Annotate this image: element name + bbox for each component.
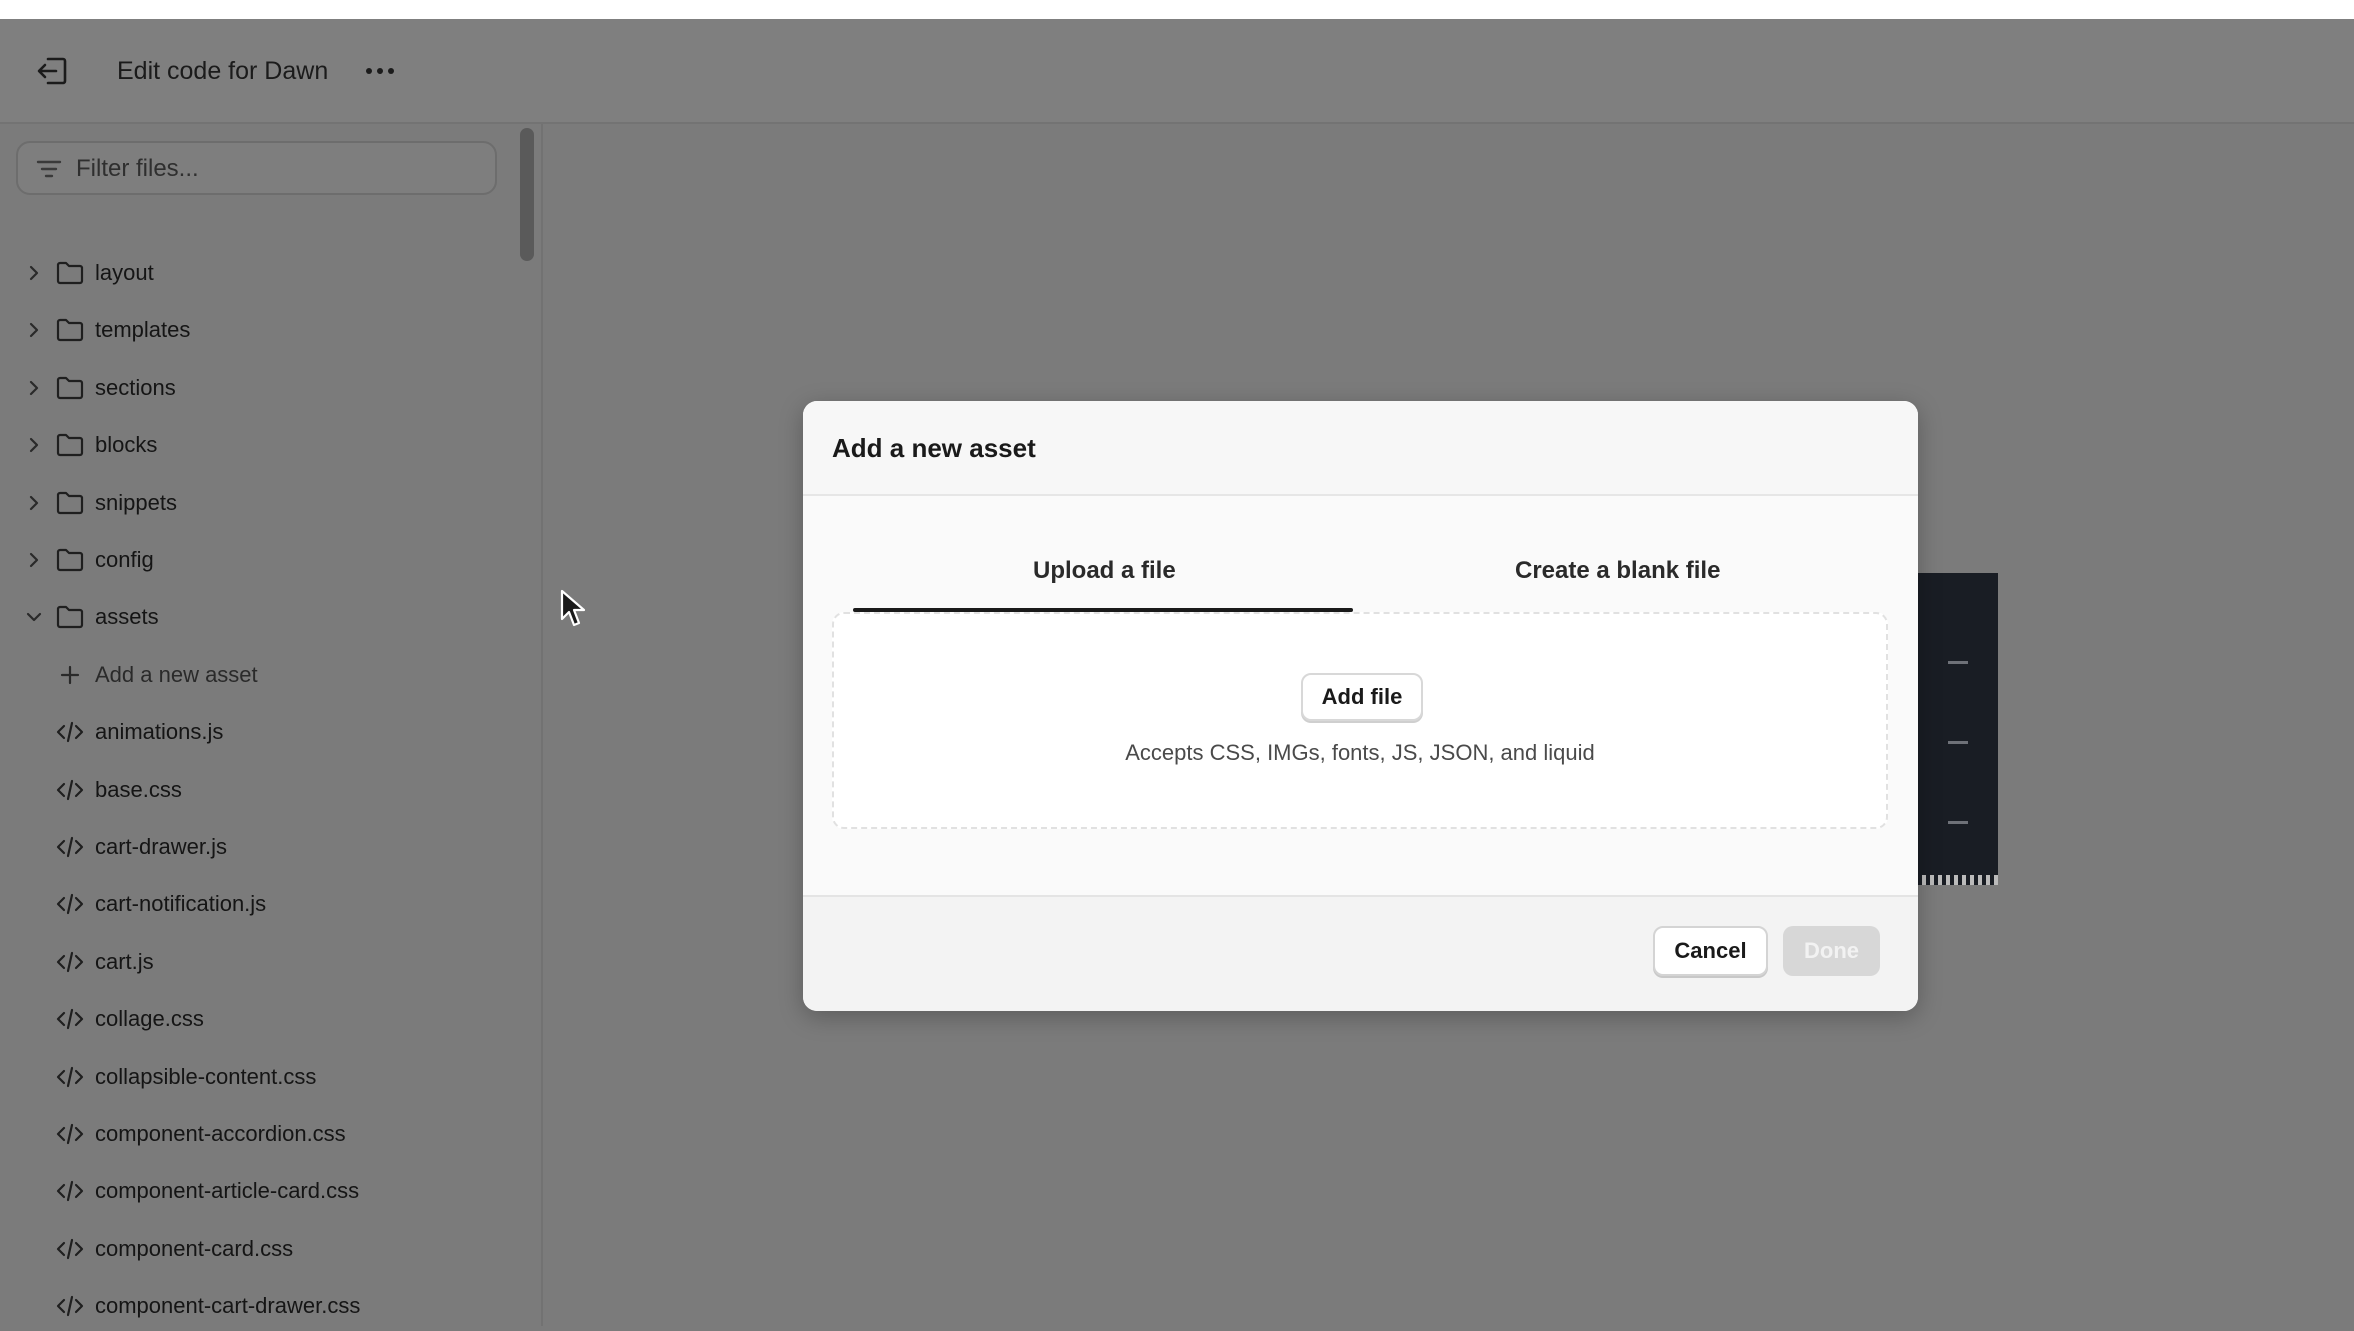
chevron-right-icon[interactable] xyxy=(22,491,46,515)
background-preview-panel xyxy=(1918,573,1998,885)
add-new-asset-label: Add a new asset xyxy=(95,661,258,687)
exit-icon xyxy=(37,57,67,85)
folder-icon xyxy=(56,548,84,572)
plus-icon xyxy=(60,665,80,684)
sidebar-scrollbar[interactable] xyxy=(520,128,534,261)
file-label: component-card.css xyxy=(95,1235,294,1261)
folder-label: layout xyxy=(95,260,154,285)
code-file-icon xyxy=(56,951,84,972)
file-item[interactable]: cart-notification.js xyxy=(0,879,520,929)
folder-icon xyxy=(56,261,84,285)
file-sidebar: layout templates sections blocks snippets con… xyxy=(0,124,543,1326)
exit-button[interactable] xyxy=(30,49,74,93)
code-file-icon xyxy=(56,1123,84,1145)
mouse-pointer-icon xyxy=(560,589,586,627)
tab-upload-file[interactable]: Upload a file xyxy=(1033,557,1176,585)
dialog-footer: Cancel Done xyxy=(803,895,1918,1011)
code-file-icon xyxy=(56,1066,84,1087)
folder-icon xyxy=(56,606,84,629)
add-new-asset-item[interactable]: Add a new asset xyxy=(0,650,520,700)
file-item[interactable]: component-cart-drawer.css xyxy=(0,1281,520,1331)
folder-snippets[interactable]: snippets xyxy=(0,478,520,528)
done-button[interactable]: Done xyxy=(1783,926,1880,976)
dialog-header: Add a new asset xyxy=(803,401,1918,496)
file-item[interactable]: collapsible-content.css xyxy=(0,1052,520,1102)
folder-templates[interactable]: templates xyxy=(0,305,520,355)
file-item[interactable]: cart-drawer.js xyxy=(0,822,520,872)
chevron-right-icon[interactable] xyxy=(22,433,46,457)
file-label: cart-drawer.js xyxy=(95,834,228,859)
file-drop-zone[interactable]: Add file Accepts CSS, IMGs, fonts, JS, J… xyxy=(832,612,1888,829)
file-label: cart-notification.js xyxy=(95,891,267,917)
code-file-icon xyxy=(56,894,84,915)
more-horizontal-icon xyxy=(366,68,394,74)
file-item[interactable]: cart.js xyxy=(0,937,520,987)
code-file-icon xyxy=(56,1238,84,1259)
folder-label: snippets xyxy=(95,489,177,515)
file-label: collapsible-content.css xyxy=(95,1063,317,1089)
file-item[interactable]: animations.js xyxy=(0,707,520,757)
folder-icon xyxy=(56,376,84,399)
accepted-file-types: Accepts CSS, IMGs, fonts, JS, JSON, and … xyxy=(1125,740,1595,765)
file-label: cart.js xyxy=(95,948,154,974)
code-file-icon xyxy=(56,1009,84,1030)
folder-layout[interactable]: layout xyxy=(0,248,520,298)
folder-icon xyxy=(56,434,84,457)
add-asset-dialog: Add a new asset Upload a file Create a b… xyxy=(803,401,1918,1011)
folder-label: config xyxy=(95,547,154,572)
chevron-right-icon[interactable] xyxy=(22,261,46,285)
filter-icon xyxy=(36,160,62,178)
file-label: base.css xyxy=(95,776,182,802)
cancel-button[interactable]: Cancel xyxy=(1653,926,1768,976)
browser-top-strip xyxy=(0,0,2354,19)
code-file-icon xyxy=(56,722,84,743)
file-label: component-accordion.css xyxy=(95,1121,346,1146)
folder-label: assets xyxy=(95,604,159,630)
more-actions-button[interactable] xyxy=(360,57,400,85)
folder-icon xyxy=(56,319,84,342)
page-title: Edit code for Dawn xyxy=(117,57,329,85)
folder-label: sections xyxy=(95,374,176,400)
chevron-right-icon[interactable] xyxy=(22,376,46,400)
folder-label: templates xyxy=(95,317,191,343)
editor-header: Edit code for Dawn xyxy=(0,19,2354,124)
code-file-icon xyxy=(56,1181,84,1202)
file-label: component-cart-drawer.css xyxy=(95,1293,361,1319)
folder-icon xyxy=(56,491,84,514)
file-label: animations.js xyxy=(95,719,224,745)
filter-files-field[interactable] xyxy=(16,141,497,195)
folder-config[interactable]: config xyxy=(0,535,520,585)
chevron-right-icon[interactable] xyxy=(22,548,46,572)
file-item[interactable]: component-card.css xyxy=(0,1224,520,1274)
add-file-button[interactable]: Add file xyxy=(1301,673,1423,721)
filter-files-input[interactable] xyxy=(74,143,488,195)
folder-sections[interactable]: sections xyxy=(0,363,520,413)
code-file-icon xyxy=(56,836,84,858)
file-item[interactable]: base.css xyxy=(0,765,520,815)
code-file-icon xyxy=(56,779,84,800)
tab-create-blank-file[interactable]: Create a blank file xyxy=(1515,557,1720,585)
folder-label: blocks xyxy=(95,432,158,458)
folder-assets[interactable]: assets xyxy=(0,592,520,642)
folder-blocks[interactable]: blocks xyxy=(0,420,520,470)
file-label: component-article-card.css xyxy=(95,1178,360,1204)
file-item[interactable]: collage.css xyxy=(0,994,520,1044)
code-file-icon xyxy=(56,1296,84,1317)
chevron-right-icon[interactable] xyxy=(22,318,46,342)
file-item[interactable]: component-accordion.css xyxy=(0,1109,520,1159)
dialog-title: Add a new asset xyxy=(832,433,1036,463)
file-item[interactable]: component-article-card.css xyxy=(0,1166,520,1216)
chevron-down-icon[interactable] xyxy=(22,605,46,629)
file-label: collage.css xyxy=(95,1006,204,1032)
